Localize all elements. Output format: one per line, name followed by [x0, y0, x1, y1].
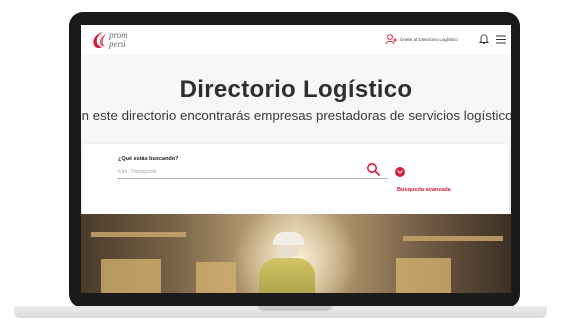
bell-icon[interactable]	[479, 33, 489, 45]
search-input[interactable]	[117, 166, 388, 179]
add-user-icon	[385, 34, 397, 45]
top-navbar: prom perú Únete al Directorio Logístico	[81, 25, 511, 55]
laptop-notch	[258, 306, 332, 311]
page-subtitle: En este directorio encontrarás empresas …	[81, 108, 511, 123]
search-label: ¿Qué estás buscando?	[118, 156, 179, 162]
browser-screen: prom perú Únete al Directorio Logístico …	[81, 25, 511, 293]
chevron-down-icon	[397, 170, 403, 174]
join-directory-label: Únete al Directorio Logístico	[400, 36, 458, 42]
logo-text-peru: perú	[109, 39, 126, 49]
warehouse-photo	[81, 214, 511, 293]
menu-icon[interactable]	[496, 35, 506, 44]
promperu-logo[interactable]: prom perú	[91, 30, 128, 50]
page-title: Directorio Logístico	[179, 76, 413, 103]
join-directory-link[interactable]: Únete al Directorio Logístico	[385, 33, 458, 45]
search-icon[interactable]	[366, 162, 380, 176]
advanced-search-toggle[interactable]	[395, 167, 405, 177]
advanced-search-link[interactable]: Búsqueda avanzada	[397, 187, 451, 193]
promperu-logo-icon	[93, 32, 106, 49]
worker-figure	[259, 258, 315, 293]
